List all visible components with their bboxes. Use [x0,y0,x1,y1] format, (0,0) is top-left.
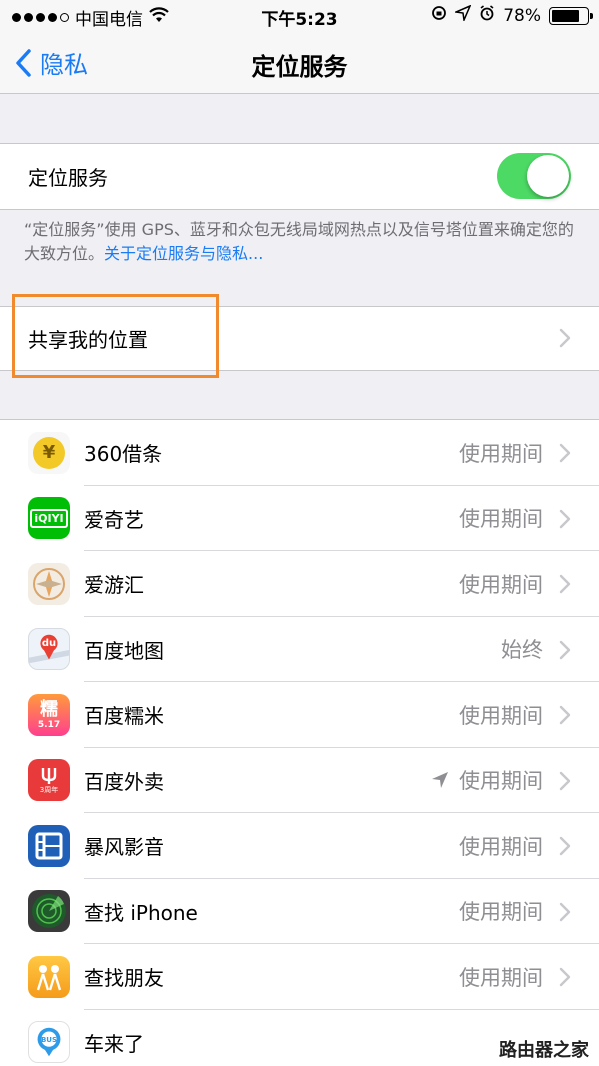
chevron-right-icon [559,574,571,594]
iqiyi-logo-text: iQIYI [30,508,68,528]
app-status-wrap: 使用期间 [431,765,543,795]
recent-location-arrow-icon [432,772,448,789]
chevron-right-icon [559,640,571,660]
app-status: 使用期间 [459,507,543,532]
navigation-bar: 隐私 定位服务 [0,32,599,94]
app-name: 车来了 [84,1031,144,1056]
app-name: 360借条 [84,442,163,467]
location-services-group: 定位服务 [0,143,599,210]
aiyouhui-icon [28,562,70,605]
list-item[interactable]: 查找 iPhone 使用期间 [0,879,599,944]
app-name: 爱奇艺 [84,507,144,532]
status-bar: 中国电信 下午5:23 78% [0,0,599,32]
app-name: 百度糯米 [84,704,164,729]
chevron-right-icon [559,443,571,463]
privacy-link[interactable]: 关于定位服务与隐私... [104,244,263,263]
list-item[interactable]: 爱游汇 使用期间 [0,551,599,617]
alarm-icon [479,5,495,26]
baidu-nuomi-icon: 糯 5.17 [28,693,70,736]
chevron-right-icon [559,328,571,348]
app-status: 使用期间 [459,965,543,990]
list-item[interactable]: du 百度地图 始终 [0,617,599,682]
yuan-glyph: ¥ [42,442,56,464]
list-item[interactable]: 暴风影音 使用期间 [0,813,599,879]
360-jietiao-icon: ¥ [28,431,70,474]
chevron-right-icon [559,771,571,791]
iqiyi-icon: iQIYI [28,497,70,540]
chevron-right-icon [559,967,571,987]
nuomi-date: 5.17 [37,719,61,730]
chevron-right-icon [559,902,571,922]
app-status: 使用期间 [459,834,543,859]
app-list: ¥ 360借条 使用期间 iQIYI 爱奇艺 使用期间 爱游汇 使用期间 du … [0,419,599,1066]
highlight-box [12,294,219,378]
location-services-note: “定位服务”使用 GPS、蓝牙和众包无线局域网热点以及信号塔位置来确定您的大致方… [24,218,574,266]
page-title: 定位服务 [251,53,348,81]
app-name: 百度地图 [84,638,164,663]
location-services-toggle[interactable] [497,153,571,199]
list-item[interactable]: iQIYI 爱奇艺 使用期间 [0,486,599,551]
baofeng-icon [28,824,70,867]
chelaile-icon: BUS [28,1021,70,1064]
app-status: 使用期间 [459,900,543,925]
waimai-badge: 3周年 [39,785,59,794]
find-friends-icon [28,955,70,998]
toggle-knob [527,155,569,197]
app-name: 查找朋友 [84,966,164,991]
list-item[interactable]: ¥ 360借条 使用期间 [0,420,599,486]
location-services-label: 定位服务 [28,166,108,190]
watermark: 路由器之家 [499,1040,589,1061]
app-name: 暴风影音 [84,835,164,860]
app-name: 查找 iPhone [84,900,198,925]
list-item[interactable]: 查找朋友 使用期间 [0,944,599,1010]
list-item[interactable]: 3周年 百度外卖 使用期间 [0,748,599,813]
chevron-right-icon [559,836,571,856]
app-status: 使用期间 [459,572,543,597]
du-glyph: du [41,638,57,650]
chevron-right-icon [559,705,571,725]
battery-icon [549,6,593,25]
app-status: 始终 [501,638,543,663]
baidu-waimai-icon: 3周年 [28,759,70,802]
app-status: 使用期间 [459,703,543,728]
app-status: 使用期间 [459,769,543,794]
location-arrow-icon [453,4,472,26]
chevron-right-icon [559,509,571,529]
list-item[interactable]: 糯 5.17 百度糯米 使用期间 [0,682,599,748]
app-name: 爱游汇 [84,573,144,598]
baidu-map-icon: du [28,628,70,671]
app-name: 百度外卖 [84,769,164,794]
orientation-lock-icon [431,5,447,26]
nuomi-glyph: 糯 [40,698,58,720]
bus-glyph: BUS [40,1036,58,1045]
battery-percent: 78% [503,5,541,26]
find-iphone-icon [28,890,70,933]
app-status: 使用期间 [459,441,543,466]
